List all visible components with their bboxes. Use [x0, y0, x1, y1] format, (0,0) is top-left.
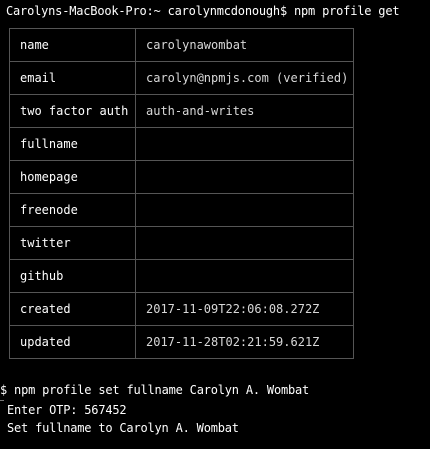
table-row: email carolyn@npmjs.com (verified) — [9, 61, 354, 95]
row-key: email — [9, 61, 136, 95]
table-row: twitter — [9, 226, 354, 260]
row-value: 2017-11-28T02:21:59.621Z — [135, 325, 354, 359]
set-fullname-command-line: $ npm profile set fullname Carolyn A. Wo… — [0, 383, 310, 397]
table-row: homepage — [9, 160, 354, 194]
table-row: two factor auth auth-and-writes — [9, 94, 354, 128]
divider — [0, 400, 4, 401]
row-value — [135, 160, 354, 194]
row-value — [135, 193, 354, 227]
otp-prompt-line: Enter OTP: 567452 — [7, 403, 127, 417]
row-value: carolynawombat — [135, 28, 354, 62]
row-key: homepage — [9, 160, 136, 194]
table-row: updated 2017-11-28T02:21:59.621Z — [9, 325, 354, 359]
row-key: fullname — [9, 127, 136, 161]
row-value: 2017-11-09T22:06:08.272Z — [135, 292, 354, 326]
prompt-command-line: Carolyns-MacBook-Pro:~ carolynmcdonough$… — [6, 4, 400, 18]
table-row: freenode — [9, 193, 354, 227]
row-key: updated — [9, 325, 136, 359]
profile-table: name carolynawombat email carolyn@npmjs.… — [9, 28, 354, 359]
row-key: freenode — [9, 193, 136, 227]
row-key: two factor auth — [9, 94, 136, 128]
row-key: created — [9, 292, 136, 326]
row-key: github — [9, 259, 136, 293]
table-row: created 2017-11-09T22:06:08.272Z — [9, 292, 354, 326]
table-row: github — [9, 259, 354, 293]
row-value — [135, 226, 354, 260]
row-value — [135, 127, 354, 161]
table-row: fullname — [9, 127, 354, 161]
result-line: Set fullname to Carolyn A. Wombat — [7, 421, 239, 435]
row-value — [135, 259, 354, 293]
row-key: twitter — [9, 226, 136, 260]
row-key: name — [9, 28, 136, 62]
table-row: name carolynawombat — [9, 28, 354, 62]
row-value: carolyn@npmjs.com (verified) — [135, 61, 354, 95]
terminal-window[interactable]: Carolyns-MacBook-Pro:~ carolynmcdonough$… — [0, 0, 430, 449]
row-value: auth-and-writes — [135, 94, 354, 128]
